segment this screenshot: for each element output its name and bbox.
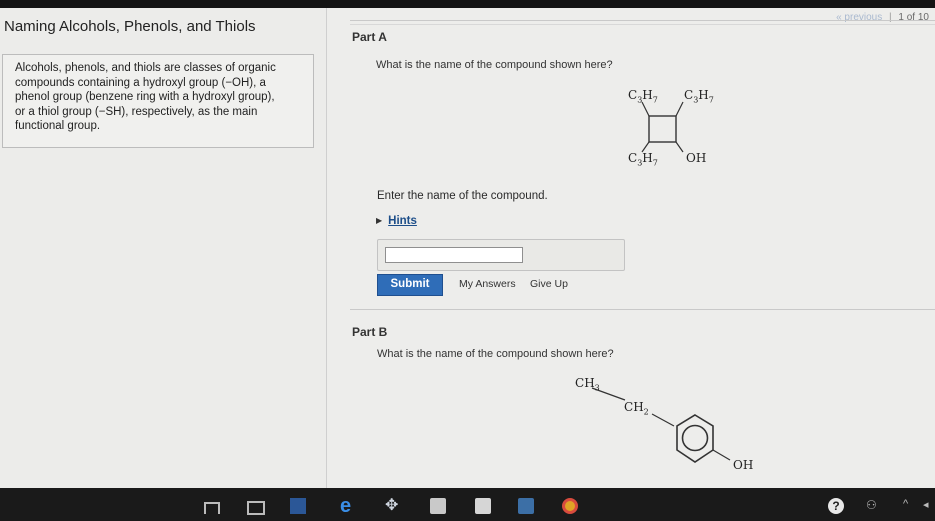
volume-icon[interactable]: ◂ [923,498,935,514]
give-up-link[interactable]: Give Up [530,278,568,290]
substituent-label: C3H7 [684,88,714,105]
part-a-question: What is the name of the compound shown h… [376,59,613,71]
intro-box: Alcohols, phenols, and thiols are classe… [2,54,314,148]
hints-link[interactable]: Hints [388,215,417,227]
answer-prompt: Enter the name of the compound. [377,190,548,202]
people-icon[interactable]: ⚇ [866,498,882,514]
divider [350,309,935,310]
intro-line: phenol group (benzene ring with a hydrox… [15,91,275,103]
divider [350,24,935,25]
divider [350,20,935,21]
windows-start-icon[interactable] [204,502,220,514]
previous-link[interactable]: « previous [836,12,882,23]
store-icon[interactable] [430,498,446,514]
page-title: Naming Alcohols, Phenols, and Thiols [4,18,256,35]
substituent-label: C3H7 [628,151,658,168]
bond [675,141,684,153]
part-a-title: Part A [352,30,387,44]
bond [712,449,731,461]
intro-line: functional group. [15,120,101,132]
substituent-label: CH2 [624,400,649,417]
help-icon[interactable]: ? [828,498,844,514]
pager: « previous | 1 of 10 [836,12,929,23]
answer-box [377,239,625,271]
intro-line: compounds containing a hydroxyl group (−… [15,76,266,89]
intro-line: or a thiol group (−SH), respectively, as… [15,105,258,118]
submit-button[interactable]: Submit [377,274,443,296]
bond [675,101,684,117]
pager-separator: | [889,12,892,23]
intro-panel: Naming Alcohols, Phenols, and Thiols Alc… [0,8,327,488]
aromatic-circle [681,424,709,452]
chrome-icon[interactable] [562,498,578,514]
taskbar: e ✥ ? ⚇ ^ ◂ [0,488,935,521]
cyclobutane-ring [648,115,677,143]
edge-icon[interactable]: e [340,496,356,516]
part-b-question: What is the name of the compound shown h… [377,348,614,360]
hints-toggle[interactable]: ▶ Hints [376,215,417,227]
task-view-icon[interactable] [247,501,265,515]
mail-icon[interactable] [475,498,491,514]
answer-input[interactable] [385,247,523,263]
my-answers-link[interactable]: My Answers [459,278,516,290]
substituent-label: OH [686,151,707,165]
part-b-title: Part B [352,325,388,339]
intro-text: Alcohols, phenols, and thiols are classe… [15,61,305,134]
caret-right-icon: ▶ [376,216,383,225]
dropbox-icon[interactable]: ✥ [385,498,401,514]
tray-arrow-icon[interactable]: ^ [903,498,919,514]
pager-count: 1 of 10 [898,12,929,23]
intro-line: Alcohols, phenols, and thiols are classe… [15,62,276,74]
bond [651,413,675,427]
word-icon[interactable] [290,498,306,514]
substituent-label: C3H7 [628,88,658,105]
substituent-label: CH3 [575,376,600,393]
photos-icon[interactable] [518,498,534,514]
top-strip [0,0,935,8]
substituent-label: OH [733,458,754,472]
